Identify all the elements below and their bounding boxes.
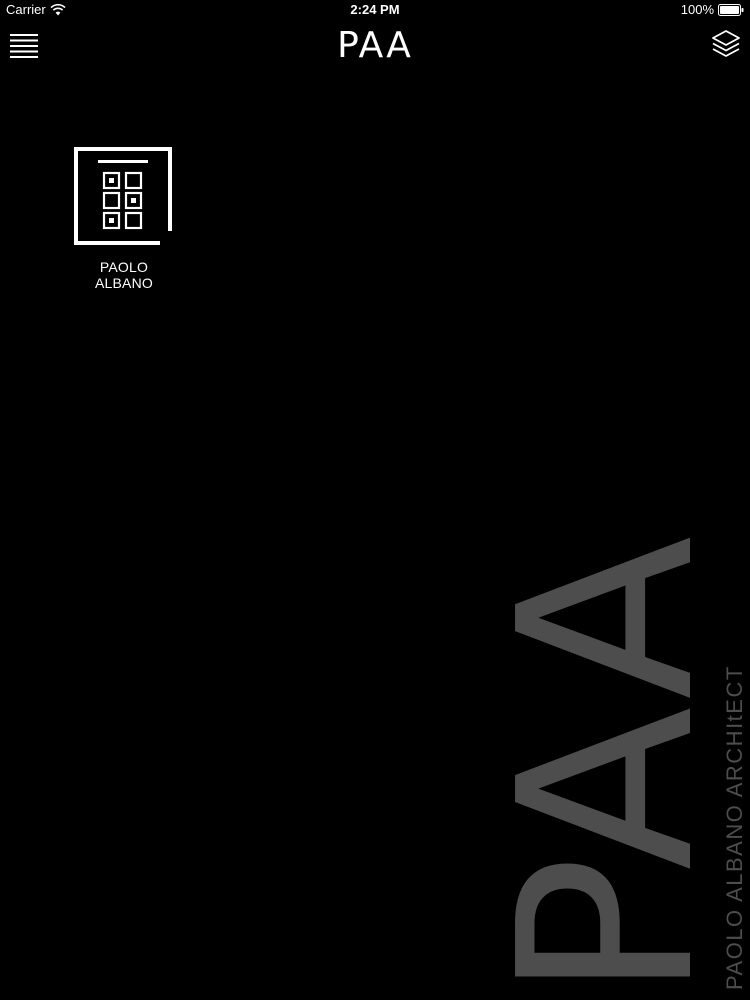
project-label: PAOLO ALBANO xyxy=(95,259,153,291)
watermark-text: PAOLO ALBANO ARCHItECT xyxy=(722,665,747,990)
app-logo-text: PAA xyxy=(337,25,413,64)
project-tile-paolo-albano[interactable]: PAOLO ALBANO xyxy=(72,145,176,291)
battery-percent: 100% xyxy=(680,2,714,17)
status-time: 2:24 PM xyxy=(350,2,400,17)
watermark-logo: PAA xyxy=(500,536,710,1000)
nav-bar: PAA xyxy=(0,20,750,70)
status-bar: Carrier 2:24 PM 100% xyxy=(0,0,750,20)
status-battery: 100% xyxy=(681,2,744,17)
app-logo: PAA xyxy=(337,25,413,64)
battery-icon xyxy=(718,3,744,16)
watermark-logo-text: PAA xyxy=(500,536,710,1000)
layers-button[interactable] xyxy=(710,28,742,60)
hamburger-menu-icon xyxy=(10,34,38,58)
layers-icon xyxy=(712,30,740,57)
menu-button[interactable] xyxy=(8,28,40,60)
building-facade-icon xyxy=(74,147,172,245)
